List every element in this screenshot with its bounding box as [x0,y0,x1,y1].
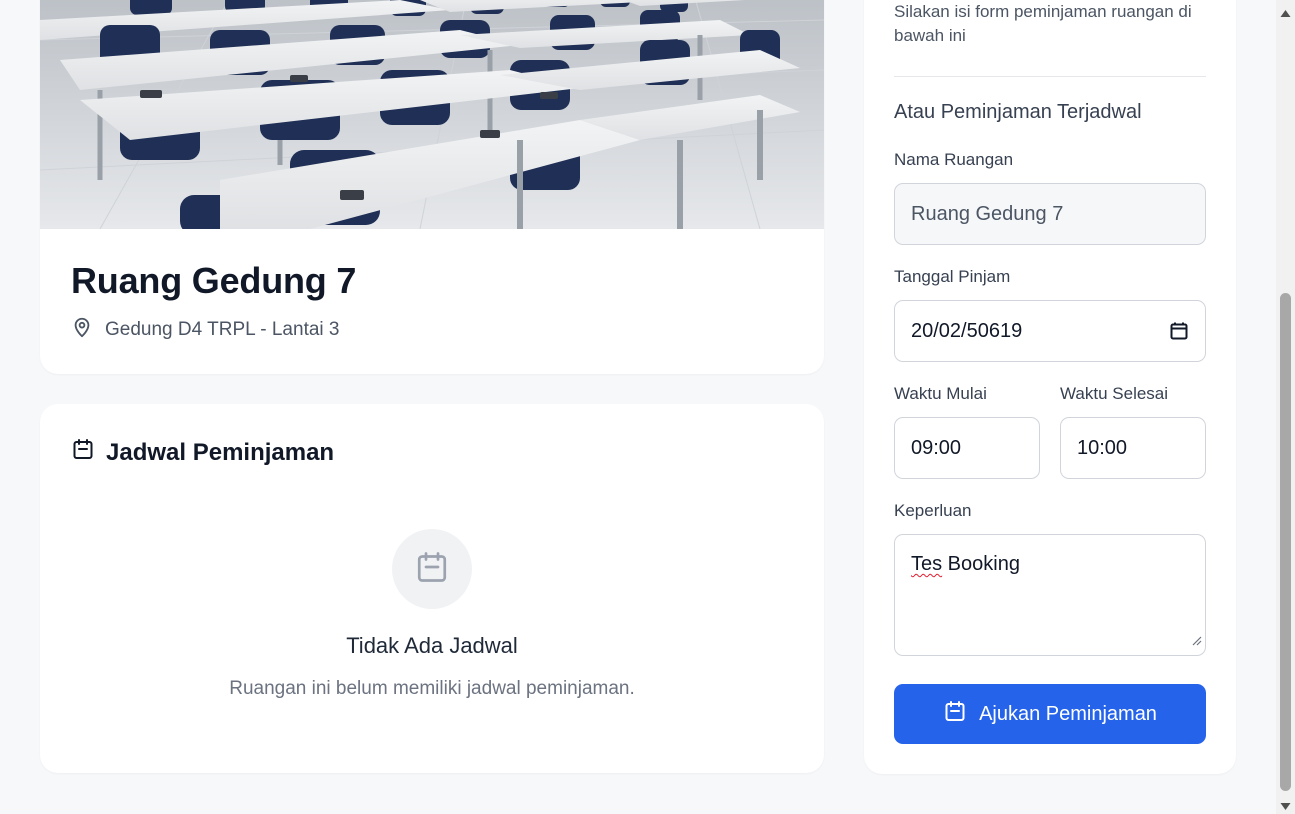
date-field[interactable]: 20/02/50619 [894,300,1206,362]
purpose-label: Keperluan [894,501,972,520]
calendar-icon [943,699,967,729]
map-pin-icon [71,315,93,345]
calendar-picker-icon[interactable] [1169,321,1189,347]
submit-booking-button[interactable]: Ajukan Peminjaman [894,684,1206,744]
calendar-icon [414,549,450,590]
purpose-value-rest: Booking [942,553,1020,575]
date-label: Tanggal Pinjam [894,267,1011,286]
room-name-field[interactable]: Ruang Gedung 7 [894,183,1206,245]
schedule-card: Jadwal Peminjaman Tidak Ada Jadwal Ruang… [40,404,824,773]
schedule-title: Jadwal Peminjaman [106,438,335,466]
start-time-field[interactable]: 09:00 [894,417,1040,479]
end-time-field[interactable]: 10:00 [1060,417,1206,479]
room-title: Ruang Gedung 7 [71,260,357,301]
purpose-textarea[interactable]: Tes Booking [894,534,1206,656]
start-time-value: 09:00 [911,436,962,459]
room-location-text: Gedung D4 TRPL - Lantai 3 [105,319,340,340]
purpose-value: Tes Booking [911,553,1020,576]
submit-button-label: Ajukan Peminjaman [979,702,1157,725]
resize-handle-icon[interactable] [1192,629,1202,652]
date-value: 20/02/50619 [911,319,1023,342]
divider [894,76,1206,77]
empty-state-description: Ruangan ini belum memiliki jadwal peminj… [229,678,635,699]
calendar-icon [71,437,95,468]
end-time-label: Waktu Selesai [1060,384,1169,403]
scrollbar-thumb[interactable] [1280,293,1291,791]
end-time-value: 10:00 [1077,436,1128,459]
page-scrollbar[interactable] [1276,0,1295,814]
scroll-up-arrow-icon[interactable] [1280,5,1291,23]
room-name-value: Ruang Gedung 7 [911,202,1064,225]
room-card: Ruang Gedung 7 Gedung D4 TRPL - Lantai 3 [40,0,824,374]
schedule-header: Jadwal Peminjaman [71,437,334,468]
form-intro: Silakan isi form peminjaman ruangan di b… [894,2,1192,45]
room-name-label: Nama Ruangan [894,150,1014,169]
room-location: Gedung D4 TRPL - Lantai 3 [71,315,339,345]
form-section-title: Atau Peminjaman Terjadwal [894,101,1142,123]
classroom-photo [40,0,824,229]
empty-state-icon-wrapper [392,529,472,609]
booking-form-card: Silakan isi form peminjaman ruangan di b… [864,0,1236,774]
purpose-value-misspelled-word: Tes [911,553,943,575]
empty-state-title: Tidak Ada Jadwal [346,633,518,658]
start-time-label: Waktu Mulai [894,384,987,403]
scroll-down-arrow-icon[interactable] [1280,798,1291,814]
